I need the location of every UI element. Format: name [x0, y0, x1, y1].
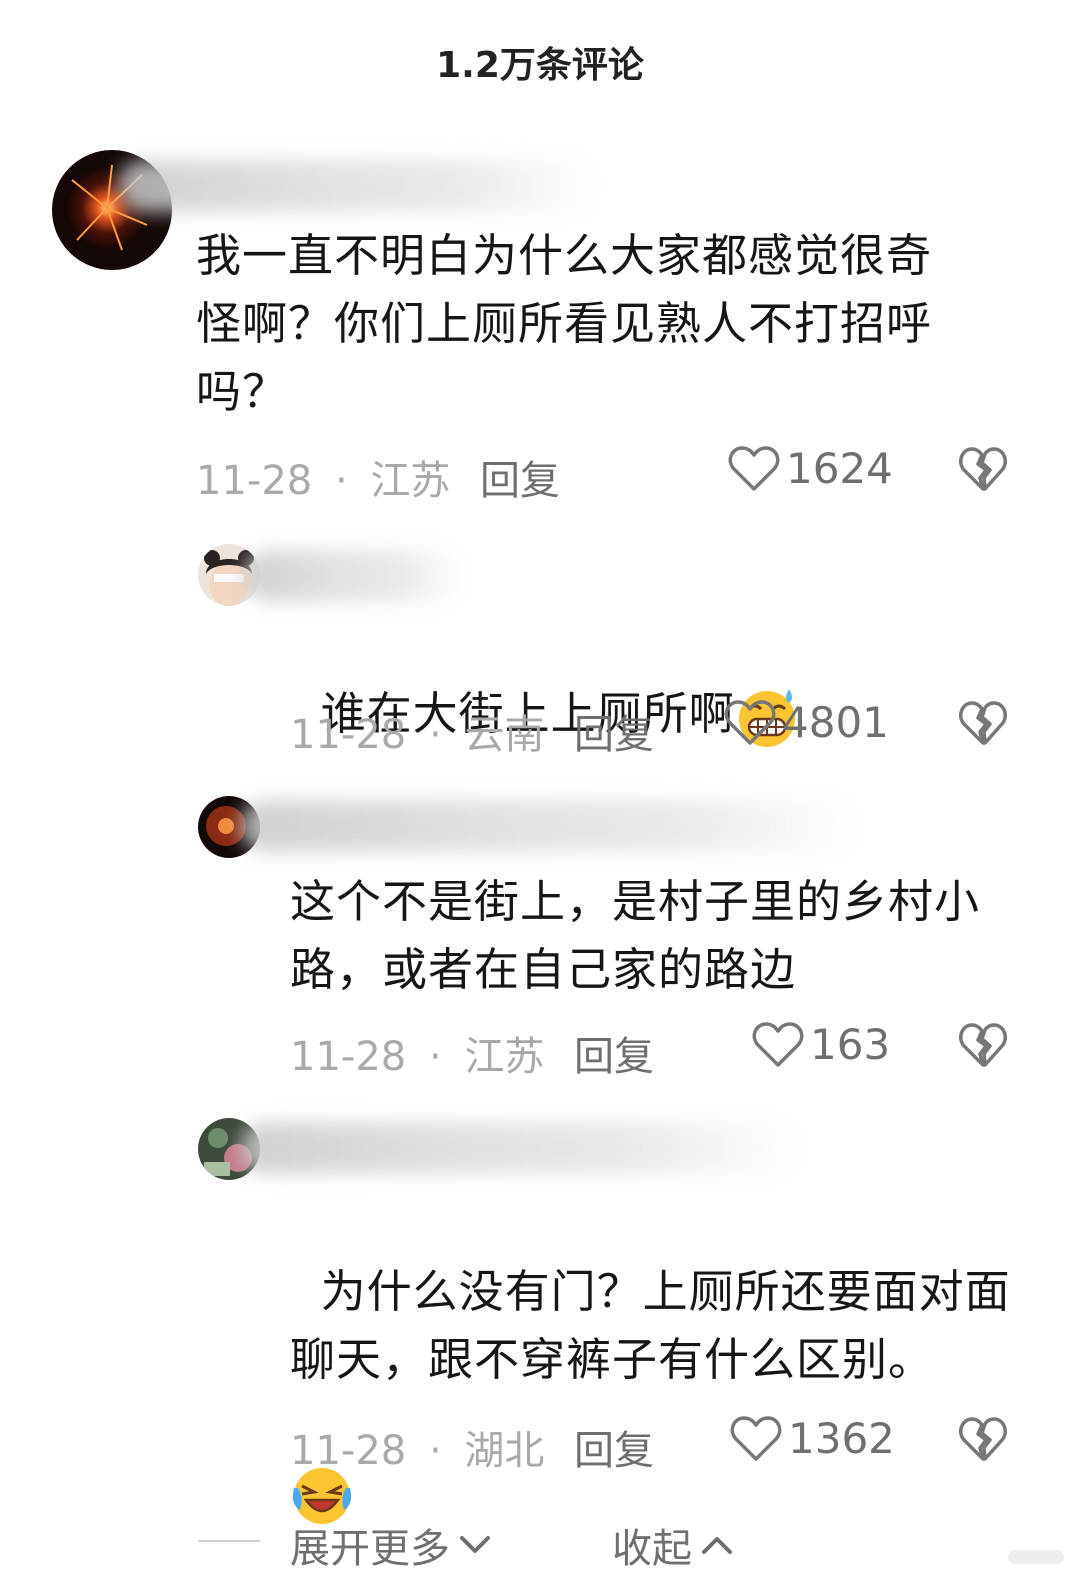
like-button[interactable]: 1362 [730, 1414, 895, 1463]
chevron-up-icon [702, 1537, 732, 1554]
like-button[interactable]: 163 [752, 1020, 890, 1069]
expand-more-label: 展开更多 [290, 1526, 450, 1572]
like-button[interactable]: 1624 [728, 444, 893, 493]
meta-separator: · [428, 712, 442, 758]
reply-button[interactable]: 回复 [480, 448, 560, 506]
comment-location: 江苏 [464, 1034, 545, 1080]
meta-separator: · [428, 1034, 442, 1080]
username-blurred[interactable] [240, 1122, 800, 1174]
comment-location: 云南 [464, 712, 545, 758]
username-blurred[interactable] [118, 160, 598, 212]
reply-button[interactable]: 回复 [574, 702, 654, 760]
comment-text-body: 为什么没有门？上厕所还要面对面 聊天，跟不穿裤子有什么区别。 [290, 1265, 1011, 1386]
watermark-logo [1008, 1550, 1064, 1564]
broken-heart-icon[interactable] [958, 444, 1008, 494]
like-count: 1624 [786, 444, 893, 493]
heart-icon [752, 1021, 804, 1067]
comment-date: 11-28 [290, 1428, 407, 1474]
comment-date: 11-28 [290, 1034, 407, 1080]
footer-divider [198, 1540, 260, 1542]
broken-heart-icon[interactable] [958, 698, 1008, 748]
expand-more-button[interactable]: 展开更多 [290, 1516, 492, 1574]
comment-meta: 11-28 · 云南 [290, 702, 544, 760]
reply-button[interactable]: 回复 [574, 1418, 654, 1476]
comment-meta: 11-28 · 江苏 [290, 1024, 544, 1082]
comment-location: 江苏 [370, 458, 451, 504]
like-count: 163 [810, 1020, 891, 1069]
collapse-label: 收起 [612, 1526, 692, 1572]
like-button[interactable]: 4801 [724, 698, 889, 747]
meta-separator: · [334, 458, 348, 504]
comment-meta: 11-28 · 江苏 [196, 448, 450, 506]
heart-icon [724, 699, 776, 745]
comment-text: 我一直不明白为什么大家都感觉很奇 怪啊？你们上厕所看见熟人不打招呼 吗？ [196, 229, 933, 418]
reply-button[interactable]: 回复 [574, 1024, 654, 1082]
like-count: 4801 [782, 698, 889, 747]
comment-location: 湖北 [464, 1428, 545, 1474]
comment-text: 这个不是街上，是村子里的乡村小 路，或者在自己家的路边 [290, 875, 981, 996]
username-blurred[interactable] [240, 800, 860, 852]
meta-separator: · [428, 1428, 442, 1474]
heart-icon [728, 445, 780, 491]
comments-count-title: 1.2万条评论 [436, 45, 644, 86]
chevron-down-icon [460, 1536, 490, 1553]
heart-icon [730, 1415, 782, 1461]
collapse-button[interactable]: 收起 [612, 1516, 734, 1574]
username-blurred[interactable] [244, 550, 464, 602]
comment-date: 11-28 [196, 458, 313, 504]
broken-heart-icon[interactable] [958, 1020, 1008, 1070]
broken-heart-icon[interactable] [958, 1414, 1008, 1464]
comment-date: 11-28 [290, 712, 407, 758]
comment-meta: 11-28 · 湖北 [290, 1418, 544, 1476]
like-count: 1362 [788, 1414, 895, 1463]
